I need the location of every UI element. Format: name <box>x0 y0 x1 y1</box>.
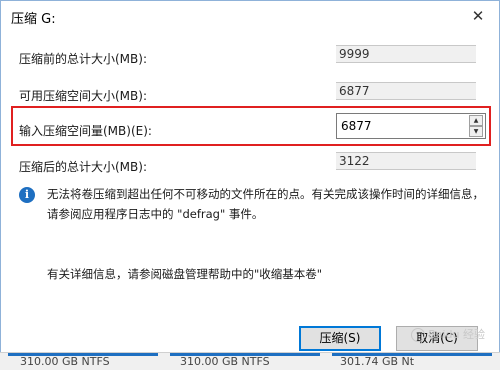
info-icon: i <box>19 187 35 203</box>
partition-label[interactable]: 310.00 GB NTFS <box>20 353 110 370</box>
dialog-title: 压缩 G: <box>11 12 56 27</box>
total-after-value: 3122 <box>336 152 476 170</box>
title-bar: 压缩 G: ✕ <box>1 1 499 31</box>
partition-label[interactable]: 310.00 GB NTFS <box>180 353 270 370</box>
close-icon[interactable]: ✕ <box>467 6 489 26</box>
shrink-dialog: 压缩 G: ✕ 压缩前的总计大小(MB): 9999 可用压缩空间大小(MB):… <box>0 0 500 369</box>
available-space-value: 6877 <box>336 82 476 100</box>
help-details-text: 有关详细信息，请参阅磁盘管理帮助中的"收缩基本卷" <box>47 267 323 281</box>
spin-up-icon[interactable]: ▲ <box>469 115 483 126</box>
shrink-amount-label: 输入压缩空间量(MB)(E): <box>19 124 152 138</box>
watermark-text: Baidu 经验 <box>428 328 485 341</box>
total-before-label: 压缩前的总计大小(MB): <box>19 52 147 66</box>
shrink-amount-stepper[interactable]: 6877 ▲ ▼ <box>336 113 486 139</box>
watermark-logo-icon <box>411 328 426 342</box>
disk-partition-strip: 310.00 GB NTFS 310.00 GB NTFS 301.74 GB … <box>0 352 500 370</box>
partition-label[interactable]: 301.74 GB Nt <box>340 353 414 370</box>
total-after-label: 压缩后的总计大小(MB): <box>19 160 147 174</box>
shrink-amount-input[interactable]: 6877 <box>341 119 372 133</box>
spin-buttons: ▲ ▼ <box>469 115 483 137</box>
watermark: Baidu 经验 <box>411 326 485 342</box>
shrink-button[interactable]: 压缩(S) <box>299 326 381 351</box>
info-message: 无法将卷压缩到超出任何不可移动的文件所在的点。有关完成该操作时间的详细信息，请参… <box>47 187 484 221</box>
spin-down-icon[interactable]: ▼ <box>469 126 483 137</box>
total-before-value: 9999 <box>336 45 476 63</box>
available-space-label: 可用压缩空间大小(MB): <box>19 89 147 103</box>
